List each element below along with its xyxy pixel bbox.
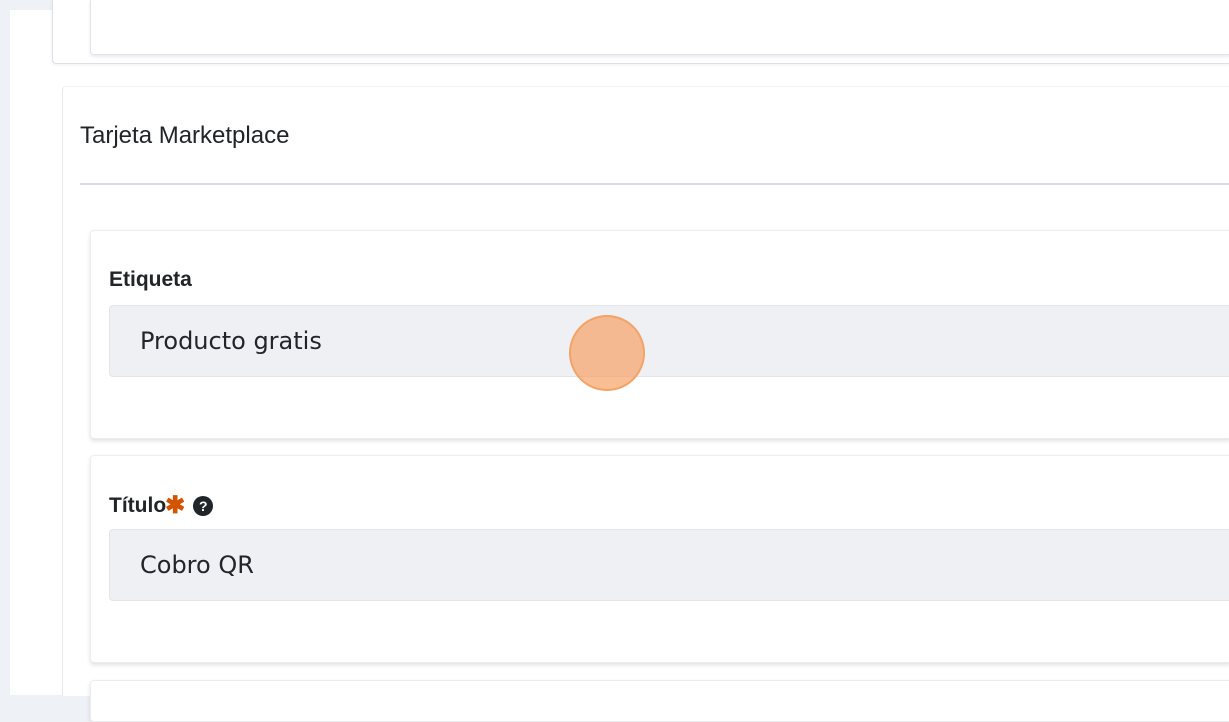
previous-field-card xyxy=(90,0,1229,55)
section-divider xyxy=(80,183,1229,185)
etiqueta-label-text: Etiqueta xyxy=(109,268,192,291)
asterisk-icon: ✱ xyxy=(165,492,186,519)
question-circle-icon[interactable]: ? xyxy=(193,496,214,516)
titulo-input[interactable] xyxy=(109,529,1229,601)
section-title: Tarjeta Marketplace xyxy=(80,122,290,149)
titulo-label: Título ✱ ? xyxy=(109,492,214,519)
titulo-label-text: Título xyxy=(109,494,167,517)
etiqueta-input[interactable] xyxy=(109,305,1229,377)
etiqueta-label: Etiqueta xyxy=(109,268,192,292)
next-field-card xyxy=(90,680,1229,722)
